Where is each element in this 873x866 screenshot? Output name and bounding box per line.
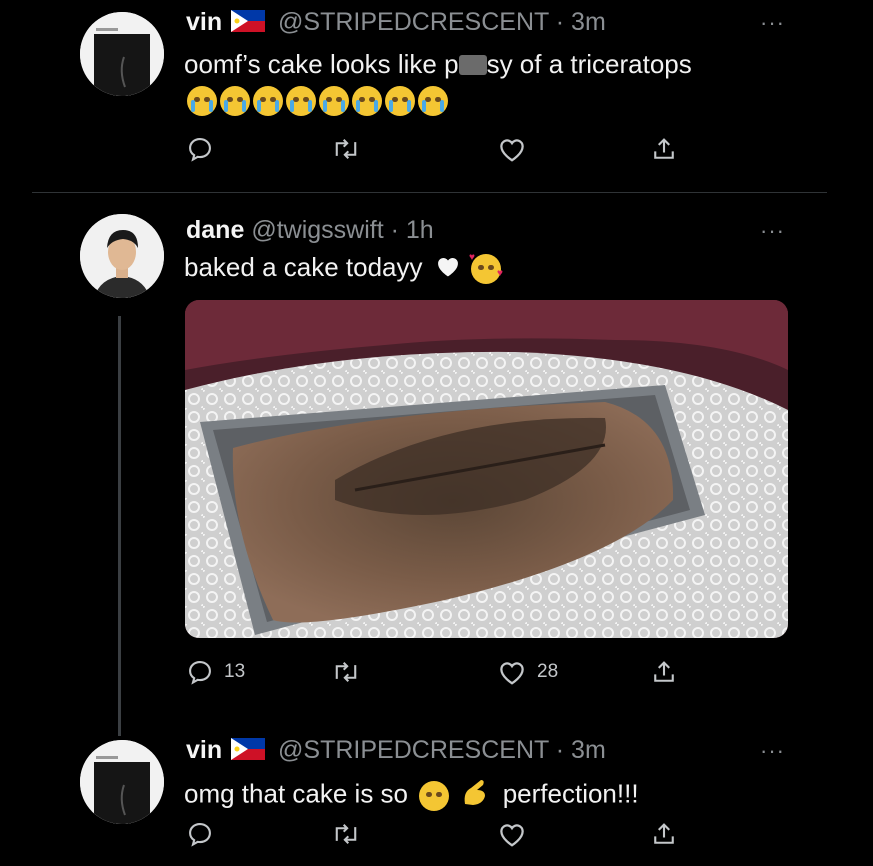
tweet-actions [186,820,706,854]
crying-face-icon [220,86,250,116]
tweet-actions [186,135,706,169]
reply-button[interactable] [186,820,224,848]
crying-face-icon [352,86,382,116]
tweet-header: dane @twigsswift · 1h [186,216,434,245]
heart-icon [500,662,524,685]
reply-button[interactable]: 13 [186,658,245,686]
display-name[interactable]: vin [186,8,222,36]
handle[interactable]: @twigsswift [251,216,383,244]
reply-count: 13 [224,661,246,682]
tweet-text-part1: omg that cake is so [184,778,408,809]
crying-face-icon [187,86,217,116]
share-button[interactable] [650,135,678,163]
handle[interactable]: @STRIPEDCRESCENT [278,736,549,764]
tweet-header: vin @STRIPEDCRESCENT · 3m [186,736,606,767]
share-icon [654,823,674,844]
philippines-flag-icon [231,10,266,39]
reply-icon [189,138,211,162]
crying-face-icon [385,86,415,116]
cake-photo[interactable] [185,300,788,638]
like-button[interactable] [497,135,537,163]
more-options-icon[interactable]: ··· [760,738,785,764]
tweet-text: baked a cake todayy ♥ ♥ [184,252,504,286]
thread-connector-line [118,316,121,736]
heart-icon [500,824,524,847]
tweet-actions: 13 28 [186,658,706,692]
crying-face-icon [253,86,283,116]
tweet-text-part1: oomf’s cake looks like p [184,49,459,79]
timestamp[interactable]: · 3m [556,8,606,36]
divider [32,192,827,193]
tweet-text: oomf’s cake looks like p sy of a tricerat… [184,49,692,80]
tweet-header: vin @STRIPEDCRESCENT · 3m [186,8,606,39]
share-button[interactable] [650,820,678,848]
kissing-face-icon [419,780,450,811]
share-button[interactable] [650,658,678,686]
white-heart-icon [434,253,462,286]
crying-face-icon [286,86,316,116]
reply-icon [189,823,211,847]
tweet-2[interactable]: dane @twigsswift · 1h ··· baked a cake t… [0,200,873,715]
avatar[interactable] [80,740,164,824]
like-count: 28 [537,661,559,682]
reply-icon [189,661,211,685]
timestamp[interactable]: · 3m [556,736,606,764]
share-icon [654,138,674,159]
tweet-text-part2: perfection!!! [502,778,639,809]
reply-button[interactable] [186,135,224,163]
philippines-flag-icon [231,738,266,767]
share-icon [654,661,674,682]
timestamp[interactable]: · 1h [391,216,434,244]
retweet-button[interactable] [331,135,371,163]
pinching-hand-icon [459,776,491,815]
more-options-icon[interactable]: ··· [760,218,785,244]
smiling-face-with-hearts-icon: ♥ ♥ [469,252,503,285]
like-button[interactable] [497,820,537,848]
tweet-text: omg that cake is so perfection!!! [184,776,639,815]
heart-icon [500,139,524,162]
handle[interactable]: @STRIPEDCRESCENT [278,8,549,36]
crying-face-icon [319,86,349,116]
more-options-icon[interactable]: ··· [760,10,785,36]
crying-emoji-row [187,86,451,116]
tweet-text-part2: sy of a triceratops [486,49,692,79]
tweet-1[interactable]: vin @STRIPEDCRESCENT · 3m ··· oomf’s cak… [0,0,873,192]
display-name[interactable]: dane [186,216,244,244]
display-name[interactable]: vin [186,736,222,764]
censor-bar [458,55,487,75]
tweet-text-content: baked a cake todayy [184,252,423,282]
retweet-button[interactable] [331,820,371,848]
retweet-icon [335,662,357,682]
retweet-icon [335,824,357,844]
avatar[interactable] [80,214,164,298]
retweet-button[interactable] [331,658,371,686]
like-button[interactable]: 28 [497,658,558,686]
crying-face-icon [418,86,448,116]
retweet-icon [335,139,357,159]
avatar[interactable] [80,12,164,96]
tweet-3[interactable]: vin @STRIPEDCRESCENT · 3m ··· omg that c… [0,728,873,866]
